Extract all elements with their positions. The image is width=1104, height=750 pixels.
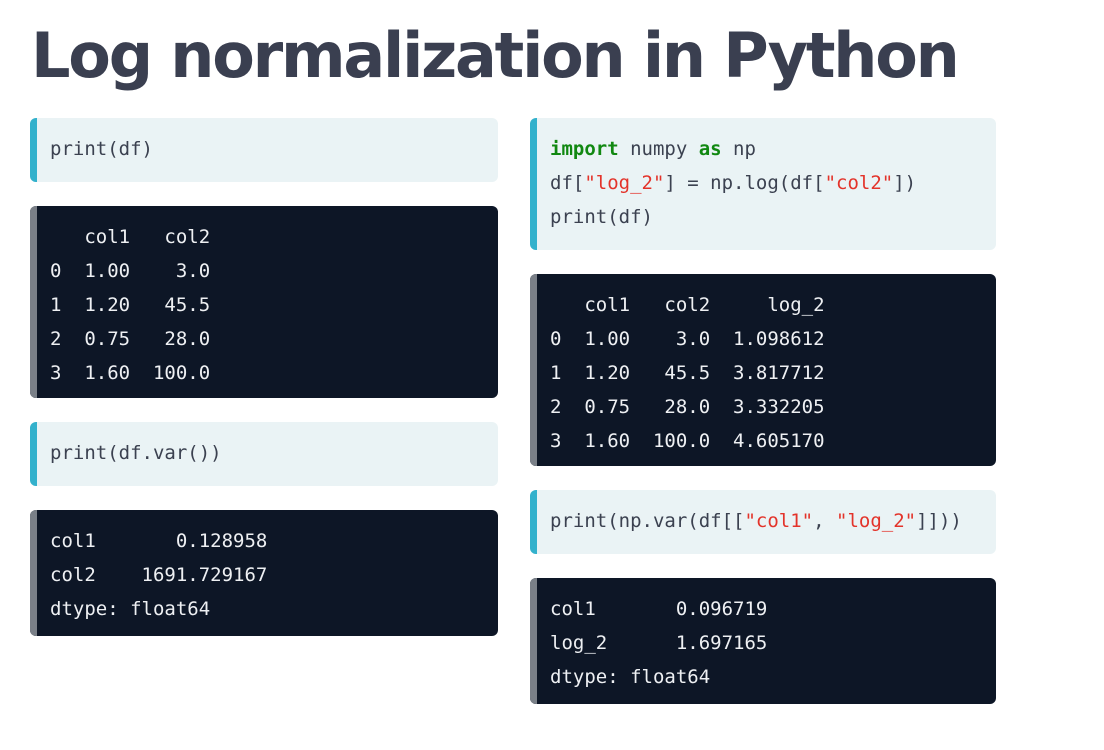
code-block-np-var: print(np.var(df[["col1", "log_2"]])) — [530, 490, 996, 554]
output-block-variance-log: col1 0.096719 log_2 1.697165 dtype: floa… — [530, 578, 996, 704]
output-row: 2 0.75 28.0 3.332205 — [550, 396, 825, 418]
code-token: numpy — [618, 138, 699, 160]
code-line-print: print(df) — [550, 206, 653, 228]
output-block-variance: col1 0.128958 col2 1691.729167 dtype: fl… — [30, 510, 498, 636]
code-line: print(df) — [50, 138, 153, 160]
code-token: df[ — [550, 172, 585, 194]
output-row: col2 1691.729167 — [50, 564, 268, 586]
output-header-line: col1 col2 log_2 — [550, 294, 825, 316]
code-block-log-transform: import numpy as np df["log_2"] = np.log(… — [530, 118, 996, 250]
output-row: 2 0.75 28.0 — [50, 328, 211, 350]
code-token: np — [721, 138, 756, 160]
keyword-as: as — [698, 138, 722, 160]
code-token: ] = np.log(df[ — [664, 172, 825, 194]
output-block-dataframe-log: col1 col2 log_2 0 1.00 3.0 1.098612 1 1.… — [530, 274, 996, 466]
output-row: dtype: float64 — [550, 666, 711, 688]
string-literal: "col1" — [744, 510, 814, 532]
code-line: print(df.var()) — [50, 442, 222, 464]
code-token: ]])) — [916, 510, 962, 532]
string-literal: "log_2" — [836, 510, 917, 532]
page-title: Log normalization in Python — [31, 19, 960, 92]
output-row: log_2 1.697165 — [550, 632, 768, 654]
code-block-print-var: print(df.var()) — [30, 422, 498, 486]
output-row: col1 0.096719 — [550, 598, 768, 620]
output-block-dataframe: col1 col2 0 1.00 3.0 1 1.20 45.5 2 0.75 … — [30, 206, 498, 398]
code-line-import: import numpy as np — [550, 132, 982, 166]
code-token: ]) — [893, 172, 917, 194]
code-token: , — [813, 510, 836, 532]
code-line-assign: df["log_2"] = np.log(df["col2"]) — [550, 166, 982, 200]
output-row: dtype: float64 — [50, 598, 211, 620]
output-row: 1 1.20 45.5 — [50, 294, 211, 316]
code-block-print-df: print(df) — [30, 118, 498, 182]
code-line: print(np.var(df[["col1", "log_2"]])) — [550, 504, 982, 538]
output-header-line: col1 col2 — [50, 226, 211, 248]
keyword-import: import — [550, 138, 619, 160]
output-row: col1 0.128958 — [50, 530, 268, 552]
string-literal: "col2" — [824, 172, 894, 194]
output-row: 0 1.00 3.0 1.098612 — [550, 328, 825, 350]
string-literal: "log_2" — [584, 172, 665, 194]
output-row: 0 1.00 3.0 — [50, 260, 211, 282]
output-row: 3 1.60 100.0 — [50, 362, 211, 384]
code-token: print(np.var(df[[ — [550, 510, 745, 532]
output-row: 1 1.20 45.5 3.817712 — [550, 362, 825, 384]
output-row: 3 1.60 100.0 4.605170 — [550, 430, 825, 452]
